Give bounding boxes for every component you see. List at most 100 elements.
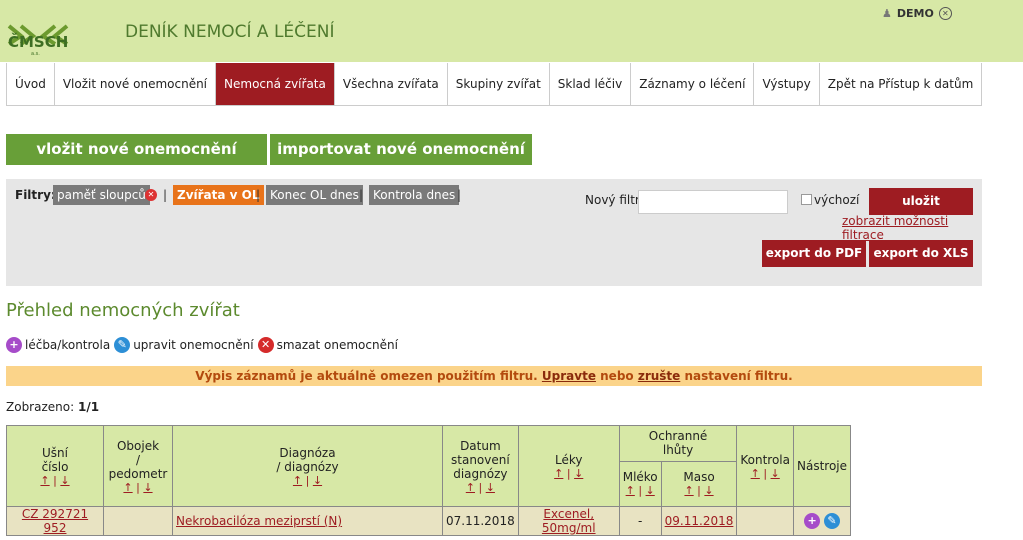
tab-vsechna-zvirata[interactable]: Všechna zvířata xyxy=(334,63,448,106)
sort-asc-icon[interactable]: ↑ xyxy=(293,474,302,487)
cell-diagnosis[interactable]: Nekrobacilóza meziprstí (N) xyxy=(172,506,443,536)
sort-separator: | xyxy=(763,466,768,480)
col-header-text: Obojek xyxy=(116,438,160,453)
sort-desc-icon[interactable]: ↓ xyxy=(313,474,322,487)
drug-link[interactable]: Excenel, 50mg/ml xyxy=(542,507,596,535)
filter-separator: | xyxy=(359,188,364,202)
col-header-text: Léky xyxy=(554,452,583,467)
sort-desc-icon[interactable]: ↓ xyxy=(143,481,152,494)
col-header-text: stanovení xyxy=(451,452,510,467)
filter-chip-column-memory[interactable]: paměť sloupců xyxy=(53,185,150,205)
filter-chip-end-ol-today[interactable]: Konec OL dnes xyxy=(266,185,363,205)
diagnosis-link[interactable]: Nekrobacilóza meziprstí (N) xyxy=(176,514,342,528)
col-meat: Maso ↑ | ↓ xyxy=(660,460,738,508)
new-filter-input[interactable] xyxy=(638,190,788,214)
logo-text: ČMSCH xyxy=(8,33,69,51)
cell-drugs[interactable]: Excenel, 50mg/ml xyxy=(517,506,620,536)
sort-asc-icon[interactable]: ↑ xyxy=(40,474,49,487)
cell-collar xyxy=(103,506,173,536)
cell-tools: + ✎ xyxy=(792,506,852,536)
plus-icon[interactable]: + xyxy=(804,513,821,529)
notice-text-3: nastavení filtru. xyxy=(684,369,793,383)
close-circle-icon[interactable]: ✕ xyxy=(938,7,952,20)
cancel-filter-link[interactable]: zrušte xyxy=(638,369,680,383)
filter-panel: Filtry: paměť sloupců ✕ | Zvířata v OL |… xyxy=(6,179,982,286)
action-legend: + léčba/kontrola ✎ upravit onemocnění ✕ … xyxy=(6,337,402,353)
col-diagnosis: Diagnóza / diagnózy ↑ | ↓ xyxy=(172,425,443,507)
user-name[interactable]: DEMO xyxy=(897,7,934,20)
tab-sklad-leciv[interactable]: Sklad léčiv xyxy=(549,63,632,106)
shown-count: Zobrazeno: 1/1 xyxy=(6,400,99,414)
sort-separator: | xyxy=(305,473,310,487)
sort-desc-icon[interactable]: ↓ xyxy=(771,467,780,480)
filter-chip-animals-in-ol[interactable]: Zvířata v OL xyxy=(173,185,264,205)
sort-controls: ↑ | ↓ xyxy=(740,467,790,480)
main-navigation: Úvod Vložit nové onemocnění Nemocná zvíř… xyxy=(6,63,983,106)
export-xls-button[interactable]: export do XLS xyxy=(869,240,973,267)
section-title: Přehled nemocných zvířat xyxy=(6,300,240,321)
default-checkbox-label: výchozí xyxy=(814,193,860,207)
shown-label: Zobrazeno: xyxy=(6,400,75,414)
col-header-text: Kontrola xyxy=(740,452,790,467)
app-title: DENÍK NEMOCÍ A LÉČENÍ xyxy=(125,22,335,42)
user-icon: ♟ xyxy=(882,7,892,20)
meat-date-link[interactable]: 09.11.2018 xyxy=(665,514,734,528)
user-menu[interactable]: ♟ DEMO ✕ xyxy=(882,7,952,20)
shown-value: 1/1 xyxy=(77,400,100,414)
filter-chip-control-today[interactable]: Kontrola dnes xyxy=(369,185,460,205)
sort-desc-icon[interactable]: ↓ xyxy=(574,467,583,480)
col-header-text: Ochranné xyxy=(648,429,708,444)
sort-asc-icon[interactable]: ↑ xyxy=(554,467,563,480)
col-drugs: Léky ↑ | ↓ xyxy=(517,425,620,507)
col-tools: Nástroje xyxy=(792,425,852,507)
tab-zpet-na-pristup[interactable]: Zpět na Přístup k datům xyxy=(819,63,983,106)
remove-filter-icon[interactable]: ✕ xyxy=(145,189,157,201)
sort-separator: | xyxy=(136,480,140,494)
save-filter-button[interactable]: uložit xyxy=(869,188,973,215)
sort-controls: ↑ | ↓ xyxy=(522,467,616,480)
col-header-text: / diagnózy xyxy=(276,459,339,474)
sort-separator: | xyxy=(697,484,701,498)
tab-nemocna-zvirata[interactable]: Nemocná zvířata xyxy=(216,63,335,106)
sort-controls: ↑ | ↓ xyxy=(446,481,515,494)
insert-disease-button[interactable]: vložit nové onemocnění xyxy=(6,134,267,165)
sort-desc-icon[interactable]: ↓ xyxy=(486,481,495,494)
tab-vlozit-nove-onemocneni[interactable]: Vložit nové onemocnění xyxy=(54,63,217,106)
sort-asc-icon[interactable]: ↑ xyxy=(466,481,475,494)
sort-controls: ↑ | ↓ xyxy=(10,474,100,487)
sort-desc-icon[interactable]: ↓ xyxy=(646,484,655,497)
tab-uvod[interactable]: Úvod xyxy=(7,63,55,106)
cell-meat[interactable]: 09.11.2018 xyxy=(660,506,738,536)
app-header: ČMSCH a.s. DENÍK NEMOCÍ A LÉČENÍ ♟ DEMO … xyxy=(0,0,1023,62)
filter-separator: | xyxy=(457,188,462,202)
col-collar: Obojek / pedometr ↑ | ↓ xyxy=(103,425,173,507)
sort-asc-icon[interactable]: ↑ xyxy=(123,481,132,494)
pencil-icon[interactable]: ✎ xyxy=(823,513,840,529)
col-header-text: Datum xyxy=(460,438,501,453)
sort-asc-icon[interactable]: ↑ xyxy=(684,484,693,497)
show-filter-options-link[interactable]: zobrazit možnosti filtrace xyxy=(842,214,982,242)
sort-controls: ↑ | ↓ xyxy=(176,474,439,487)
default-checkbox[interactable] xyxy=(801,194,812,205)
sort-asc-icon[interactable]: ↑ xyxy=(626,484,635,497)
tab-skupiny-zvirat[interactable]: Skupiny zvířat xyxy=(447,63,550,106)
sort-separator: | xyxy=(53,473,57,487)
cell-milk: - xyxy=(618,506,662,536)
notice-text-1: Výpis záznamů je aktuálně omezen použití… xyxy=(195,369,538,383)
edit-filter-link[interactable]: Upravte xyxy=(542,369,596,383)
tab-zaznamy-o-leceni[interactable]: Záznamy o léčení xyxy=(631,63,755,106)
export-pdf-button[interactable]: export do PDF xyxy=(762,240,866,267)
sort-desc-icon[interactable]: ↓ xyxy=(704,484,713,497)
legend-delete-label: smazat onemocnění xyxy=(276,338,398,352)
cell-ear-number[interactable]: CZ 292721 952 xyxy=(6,506,104,536)
sort-separator: | xyxy=(638,484,643,498)
col-milk: Mléko ↑ | ↓ xyxy=(618,460,662,508)
ear-number-link[interactable]: CZ 292721 952 xyxy=(22,507,88,535)
sort-controls: ↑ | ↓ xyxy=(107,481,169,494)
tab-vystupy[interactable]: Výstupy xyxy=(754,63,820,106)
delete-icon: ✕ xyxy=(257,337,274,353)
sort-asc-icon[interactable]: ↑ xyxy=(751,467,760,480)
import-disease-button[interactable]: importovat nové onemocnění xyxy=(270,134,532,165)
table-row: CZ 292721 952 Nekrobacilóza meziprstí (N… xyxy=(6,506,852,536)
sort-desc-icon[interactable]: ↓ xyxy=(60,474,69,487)
